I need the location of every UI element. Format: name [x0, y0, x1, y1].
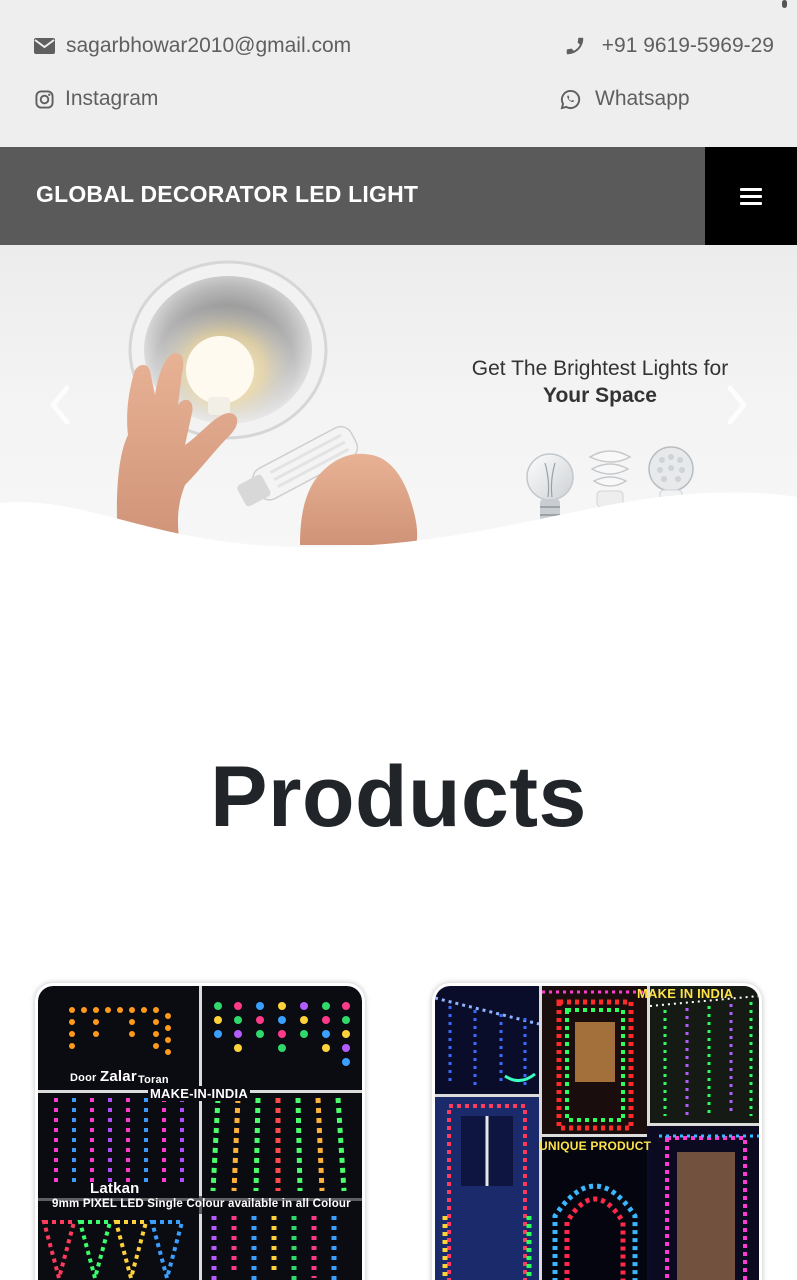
caption-make-in-india: MAKE-IN-INDIA	[148, 1086, 250, 1101]
chevron-left-icon	[49, 385, 70, 425]
email-link[interactable]: sagarbhowar2010@gmail.com	[33, 34, 351, 58]
caption-make-in-india: MAKE IN INDIA	[637, 986, 734, 1001]
caption-zalar: Zalar	[100, 1068, 137, 1085]
product-card[interactable]: Door Zalar Toran MAKE-IN-INDIA Latkan 9m…	[35, 983, 365, 1280]
whatsapp-text: Whatsapp	[595, 87, 690, 110]
products-heading: Products	[210, 749, 587, 845]
instagram-icon	[33, 88, 55, 110]
contact-bar: sagarbhowar2010@gmail.com +91 9619-5969-…	[0, 0, 797, 147]
caption-door: Door	[70, 1072, 97, 1084]
carousel-next-button[interactable]	[722, 380, 752, 430]
instagram-link[interactable]: Instagram	[33, 87, 158, 111]
hero-line-1: Get The Brightest Lights for	[471, 357, 729, 380]
hero-carousel: Get The Brightest Lights for Your Space	[0, 245, 797, 555]
hero-line-2: Your Space	[543, 384, 657, 407]
chevron-right-icon	[727, 385, 748, 425]
navbar: GLOBAL DECORATOR LED LIGHT	[0, 147, 797, 245]
product-image: MAKE IN INDIA UNIQUE PRODUCT	[435, 986, 759, 1280]
email-text: sagarbhowar2010@gmail.com	[66, 34, 352, 57]
caption-latkan: Latkan	[90, 1180, 140, 1197]
menu-toggle-button[interactable]	[705, 147, 797, 245]
caption-unique-product: UNIQUE PRODUCT	[539, 1139, 652, 1153]
hamburger-menu-icon	[740, 184, 762, 209]
phone-icon	[564, 35, 586, 57]
caption-toran: Toran	[138, 1074, 169, 1086]
phone-text: +91 9619-5969-29	[601, 34, 774, 57]
caption-pixel-led: 9mm PIXEL LED Single Colour available in…	[52, 1198, 351, 1210]
brand-link[interactable]: GLOBAL DECORATOR LED LIGHT	[36, 181, 418, 208]
carousel-prev-button[interactable]	[45, 380, 75, 430]
whatsapp-icon	[559, 88, 581, 110]
phone-link[interactable]: +91 9619-5969-29	[564, 34, 774, 58]
scroll-indicator	[782, 0, 787, 8]
whatsapp-link[interactable]: Whatsapp	[559, 87, 690, 111]
hero-caption: Get The Brightest Lights for Your Space	[440, 355, 760, 409]
product-image: Door Zalar Toran MAKE-IN-INDIA Latkan 9m…	[38, 986, 362, 1280]
instagram-text: Instagram	[65, 87, 159, 110]
product-card[interactable]: MAKE IN INDIA UNIQUE PRODUCT	[432, 983, 762, 1280]
envelope-icon	[33, 35, 55, 57]
